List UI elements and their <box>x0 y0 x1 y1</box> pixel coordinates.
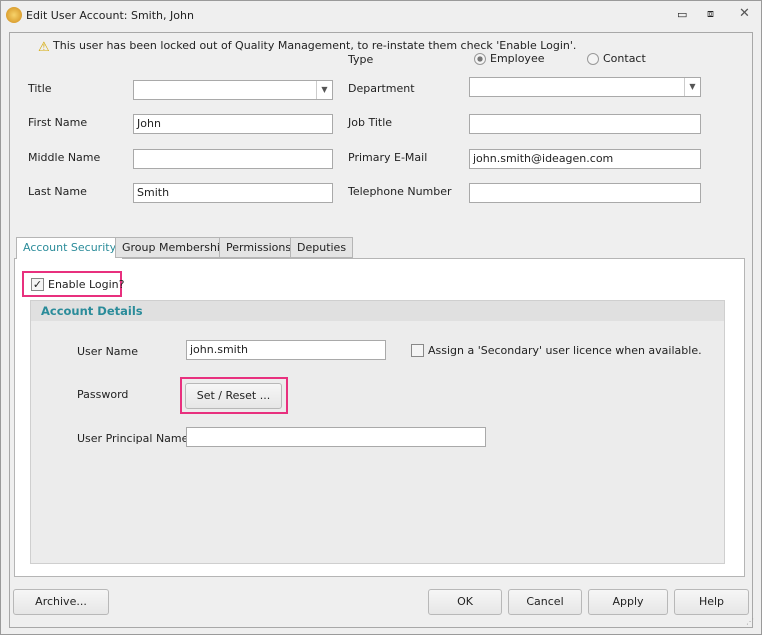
set-reset-password-button[interactable]: Set / Reset ... <box>185 383 282 409</box>
tab-account-security[interactable]: Account Security <box>16 237 124 259</box>
chevron-down-icon: ▼ <box>684 78 700 96</box>
cancel-button[interactable]: Cancel <box>508 589 582 615</box>
title-select[interactable]: ▼ <box>133 80 333 100</box>
radio-contact[interactable]: Contact <box>587 52 646 65</box>
enable-login-label: Enable Login? <box>48 278 125 291</box>
department-label: Department <box>348 82 415 95</box>
minimize-icon[interactable]: ▭ <box>677 8 687 21</box>
password-label: Password <box>77 388 129 401</box>
radio-unselected-icon <box>587 52 599 65</box>
app-icon <box>6 7 22 23</box>
title-bar: Edit User Account: Smith, John ▭ ⧈ ✕ <box>0 0 762 32</box>
window-title: Edit User Account: Smith, John <box>26 9 194 22</box>
department-select[interactable]: ▼ <box>469 77 701 97</box>
phone-label: Telephone Number <box>348 185 452 198</box>
upn-input[interactable] <box>186 427 486 447</box>
title-label: Title <box>28 82 52 95</box>
lockout-warning: This user has been locked out of Quality… <box>53 39 577 52</box>
secondary-licence-checkbox[interactable]: Assign a 'Secondary' user licence when a… <box>411 344 702 357</box>
user-name-input[interactable]: john.smith <box>186 340 386 360</box>
upn-label: User Principal Name <box>77 432 189 445</box>
job-title-label: Job Title <box>348 116 393 129</box>
last-name-input[interactable]: Smith <box>133 183 333 203</box>
resize-grip-icon[interactable]: ⋰ <box>746 617 754 626</box>
enable-login-checkbox[interactable]: ✓ Enable Login? <box>31 278 124 291</box>
radio-label: Contact <box>603 52 646 65</box>
first-name-input[interactable]: John <box>133 114 333 134</box>
email-input[interactable]: john.smith@ideagen.com <box>469 149 701 169</box>
checkbox-icon <box>411 344 424 357</box>
warning-icon: ⚠ <box>38 40 50 55</box>
middle-name-input[interactable] <box>133 149 333 169</box>
maximize-icon[interactable]: ⧈ <box>707 7 714 21</box>
checkmark-icon: ✓ <box>31 278 44 291</box>
tab-deputies[interactable]: Deputies <box>290 237 354 258</box>
ok-button[interactable]: OK <box>428 589 502 615</box>
type-label: Type <box>348 53 374 66</box>
radio-employee[interactable]: Employee <box>474 52 544 65</box>
job-title-input[interactable] <box>469 114 701 134</box>
tab-group-membership[interactable]: Group Membership <box>115 237 234 258</box>
secondary-licence-label: Assign a 'Secondary' user licence when a… <box>428 344 702 357</box>
help-button[interactable]: Help <box>674 589 749 615</box>
radio-label: Employee <box>490 52 545 65</box>
tab-permissions[interactable]: Permissions <box>219 237 299 258</box>
chevron-down-icon: ▼ <box>316 81 332 99</box>
last-name-label: Last Name <box>28 185 87 198</box>
close-icon[interactable]: ✕ <box>739 6 750 21</box>
phone-input[interactable] <box>469 183 701 203</box>
account-details-header: Account Details <box>31 301 724 321</box>
email-label: Primary E-Mail <box>348 151 428 164</box>
user-name-label: User Name <box>77 345 139 358</box>
first-name-label: First Name <box>28 116 88 129</box>
radio-selected-icon <box>474 52 486 65</box>
apply-button[interactable]: Apply <box>588 589 668 615</box>
middle-name-label: Middle Name <box>28 151 101 164</box>
archive-button[interactable]: Archive... <box>13 589 109 615</box>
